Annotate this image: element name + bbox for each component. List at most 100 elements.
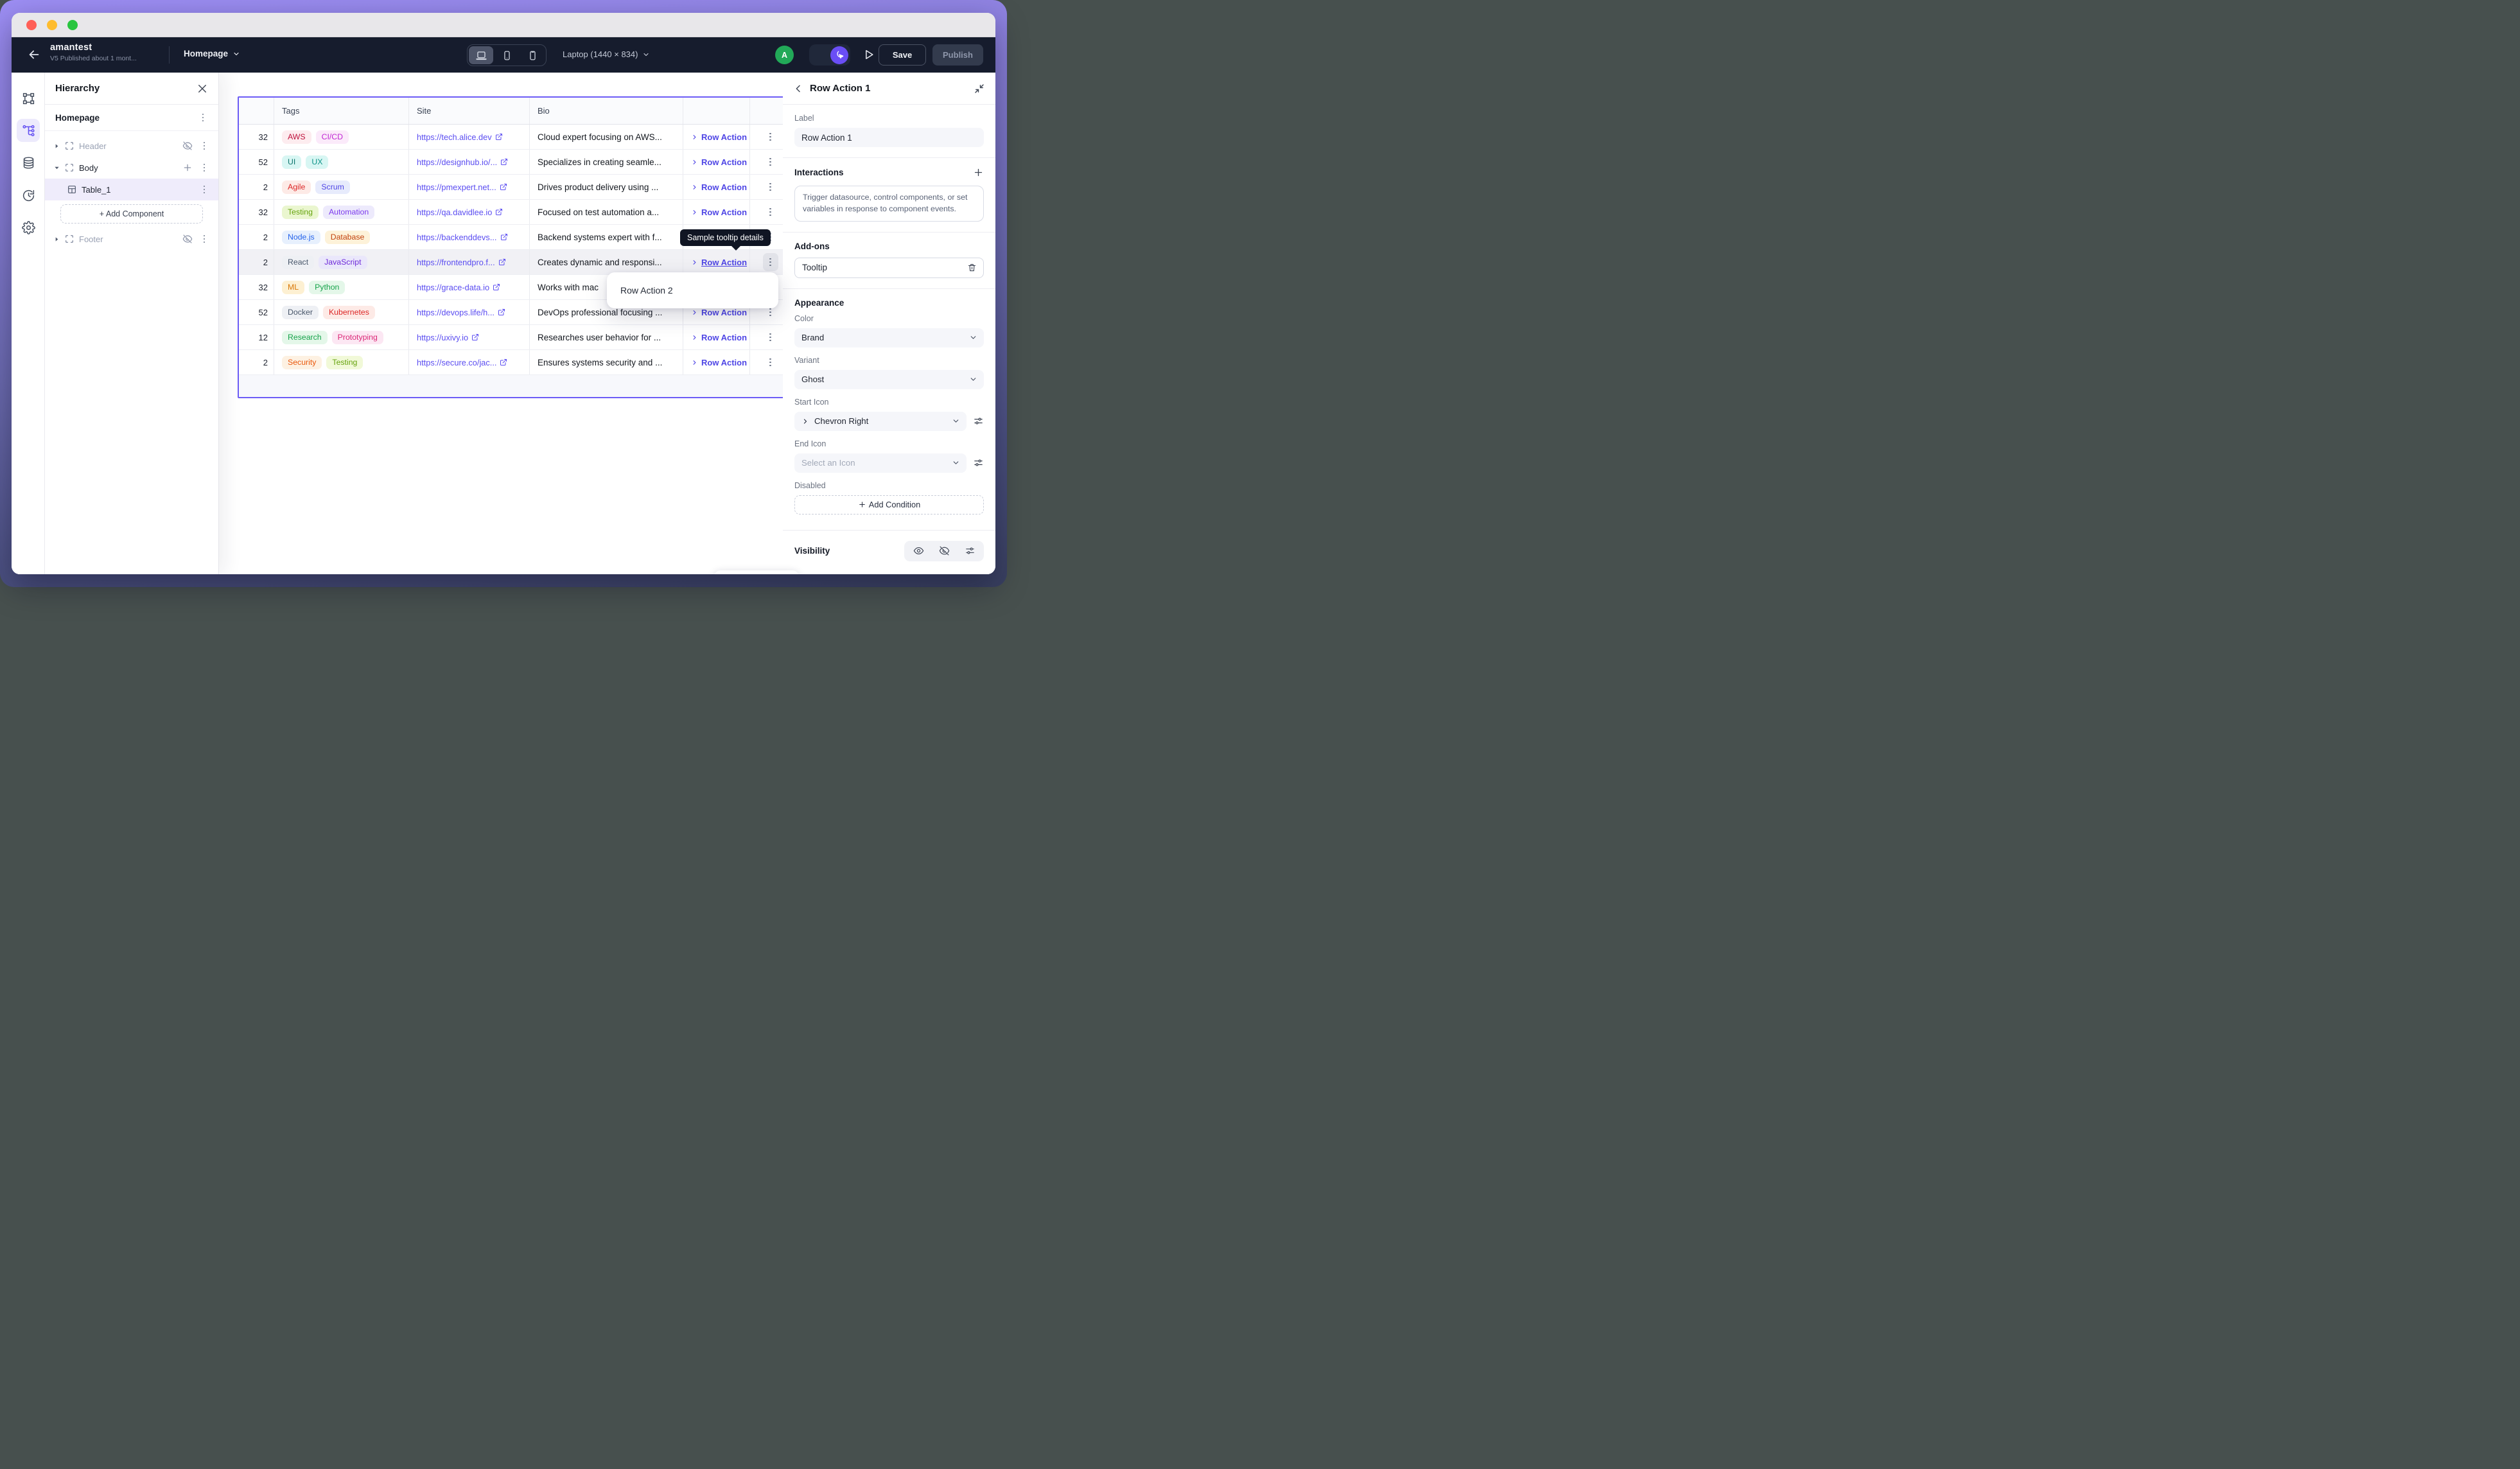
row-action-dropdown-item[interactable]: Row Action 2 [607, 272, 778, 308]
hierarchy-tool[interactable] [17, 119, 40, 142]
tags-cell: MLPython [274, 275, 409, 299]
chevron-down-icon [969, 375, 977, 383]
hierarchy-tree-icon [22, 124, 35, 137]
eye-off-icon[interactable] [182, 141, 193, 151]
end-icon-select[interactable]: Select an Icon [794, 453, 967, 473]
datasource-tool[interactable] [17, 151, 40, 174]
sliders-icon[interactable] [973, 416, 984, 427]
avatar[interactable]: A [775, 46, 794, 64]
caret-right-icon[interactable] [54, 143, 60, 149]
tree-item-header[interactable]: Header [45, 135, 218, 157]
floating-toolbar-stub[interactable] [714, 570, 799, 574]
zoom-window-button[interactable] [67, 20, 78, 30]
kebab-menu-icon[interactable] [199, 184, 209, 195]
table-widget[interactable]: Tags Site Bio 32AWSCI/CDhttps://tech.ali… [238, 96, 792, 398]
device-phone-button[interactable] [520, 46, 545, 64]
tree-item-footer[interactable]: Footer [45, 228, 218, 250]
eye-off-icon[interactable] [182, 234, 193, 244]
table-row[interactable]: 32TestingAutomationhttps://qa.davidlee.i… [239, 200, 791, 225]
site-link[interactable]: https://uxivy.io [409, 325, 530, 349]
close-window-button[interactable] [26, 20, 37, 30]
row-action-button[interactable]: Row Action [683, 150, 750, 174]
row-action-button[interactable]: Row Action [683, 175, 750, 199]
color-select[interactable]: Brand [794, 328, 984, 347]
site-link[interactable]: https://frontendpro.f... [409, 250, 530, 274]
kebab-menu-icon[interactable] [763, 153, 778, 171]
site-link[interactable]: https://devops.life/h... [409, 300, 530, 324]
site-link[interactable]: https://pmexpert.net... [409, 175, 530, 199]
kebab-menu-icon[interactable] [763, 178, 778, 196]
app-toolbar: amantest V5 Published about 1 mont... Ho… [12, 37, 995, 73]
kebab-menu-icon[interactable] [198, 112, 208, 123]
table-row[interactable]: 32AWSCI/CDhttps://tech.alice.devCloud ex… [239, 125, 791, 150]
row-action-button[interactable]: Row Action [683, 125, 750, 149]
site-link[interactable]: https://qa.davidlee.io [409, 200, 530, 224]
row-action-button[interactable]: Row Action [683, 350, 750, 374]
visibility-row: Visibility [783, 530, 995, 572]
table-row[interactable]: 52UIUXhttps://designhub.io/...Specialize… [239, 150, 791, 175]
add-condition-button[interactable]: Add Condition [794, 495, 984, 515]
color-label: Color [794, 314, 984, 323]
site-link[interactable]: https://designhub.io/... [409, 150, 530, 174]
label-input[interactable]: Row Action 1 [794, 128, 984, 147]
laptop-icon [475, 49, 487, 62]
variant-select[interactable]: Ghost [794, 370, 984, 389]
device-laptop-button[interactable] [469, 46, 493, 64]
caret-right-icon[interactable] [54, 236, 60, 242]
preview-play-button[interactable] [862, 48, 875, 61]
table-row[interactable]: 2AgileScrumhttps://pmexpert.net...Drives… [239, 175, 791, 200]
visibility-visible-button[interactable] [906, 542, 931, 560]
visibility-hidden-button[interactable] [931, 542, 957, 560]
interact-mode-toggle[interactable] [809, 44, 850, 66]
caret-down-icon[interactable] [54, 165, 60, 171]
site-link[interactable]: https://backenddevs... [409, 225, 530, 249]
row-action-button[interactable]: Row Action [683, 325, 750, 349]
table-row[interactable]: 2ReactJavaScripthttps://frontendpro.f...… [239, 250, 791, 275]
viewport-size-selector[interactable]: Laptop (1440 × 834) [563, 49, 650, 59]
kebab-menu-icon[interactable] [199, 162, 209, 173]
kebab-menu-icon[interactable] [199, 140, 209, 152]
container-frame-icon [64, 141, 74, 151]
site-link[interactable]: https://tech.alice.dev [409, 125, 530, 149]
chevron-left-icon[interactable] [793, 84, 803, 94]
site-url: https://devops.life/h... [417, 308, 494, 317]
publish-button[interactable]: Publish [932, 44, 983, 66]
kebab-menu-icon[interactable] [763, 128, 778, 146]
external-link-icon [500, 358, 507, 366]
close-icon[interactable] [197, 83, 208, 94]
kebab-menu-icon[interactable] [763, 253, 778, 271]
hierarchy-page-row[interactable]: Homepage [45, 105, 218, 131]
trash-icon[interactable] [967, 263, 977, 272]
canvas-select-tool[interactable] [17, 87, 40, 110]
settings-tool[interactable] [17, 216, 40, 239]
back-arrow-icon[interactable] [27, 48, 41, 62]
plus-icon[interactable] [182, 163, 193, 173]
tree-item-table[interactable]: Table_1 [45, 179, 218, 200]
minimize-window-button[interactable] [47, 20, 57, 30]
save-button[interactable]: Save [879, 44, 926, 66]
external-link-icon [500, 158, 508, 166]
table-row[interactable]: 12ResearchPrototypinghttps://uxivy.ioRes… [239, 325, 791, 350]
site-link[interactable]: https://grace-data.io [409, 275, 530, 299]
add-component-button[interactable]: + Add Component [60, 204, 203, 224]
kebab-menu-icon[interactable] [763, 353, 778, 371]
tag-pill: UX [306, 155, 328, 169]
kebab-menu-icon[interactable] [199, 233, 209, 245]
visibility-condition-button[interactable] [957, 542, 983, 560]
add-interaction-button[interactable] [973, 167, 984, 178]
row-action-button[interactable]: Row Action [683, 200, 750, 224]
page-selector[interactable]: Homepage [184, 49, 240, 58]
tree-item-body[interactable]: Body [45, 157, 218, 179]
site-link[interactable]: https://secure.co/jac... [409, 350, 530, 374]
kebab-menu-icon[interactable] [763, 328, 778, 346]
device-tablet-button[interactable] [494, 46, 519, 64]
start-icon-select[interactable]: Chevron Right [794, 412, 967, 431]
collapse-panel-icon[interactable] [974, 83, 985, 94]
sliders-icon[interactable] [973, 457, 984, 468]
history-tool[interactable] [17, 184, 40, 207]
database-icon [22, 156, 35, 170]
table-row[interactable]: 2SecurityTestinghttps://secure.co/jac...… [239, 350, 791, 375]
addon-tooltip-row[interactable]: Tooltip [794, 258, 984, 278]
kebab-menu-icon[interactable] [763, 203, 778, 221]
tags-cell: TestingAutomation [274, 200, 409, 224]
